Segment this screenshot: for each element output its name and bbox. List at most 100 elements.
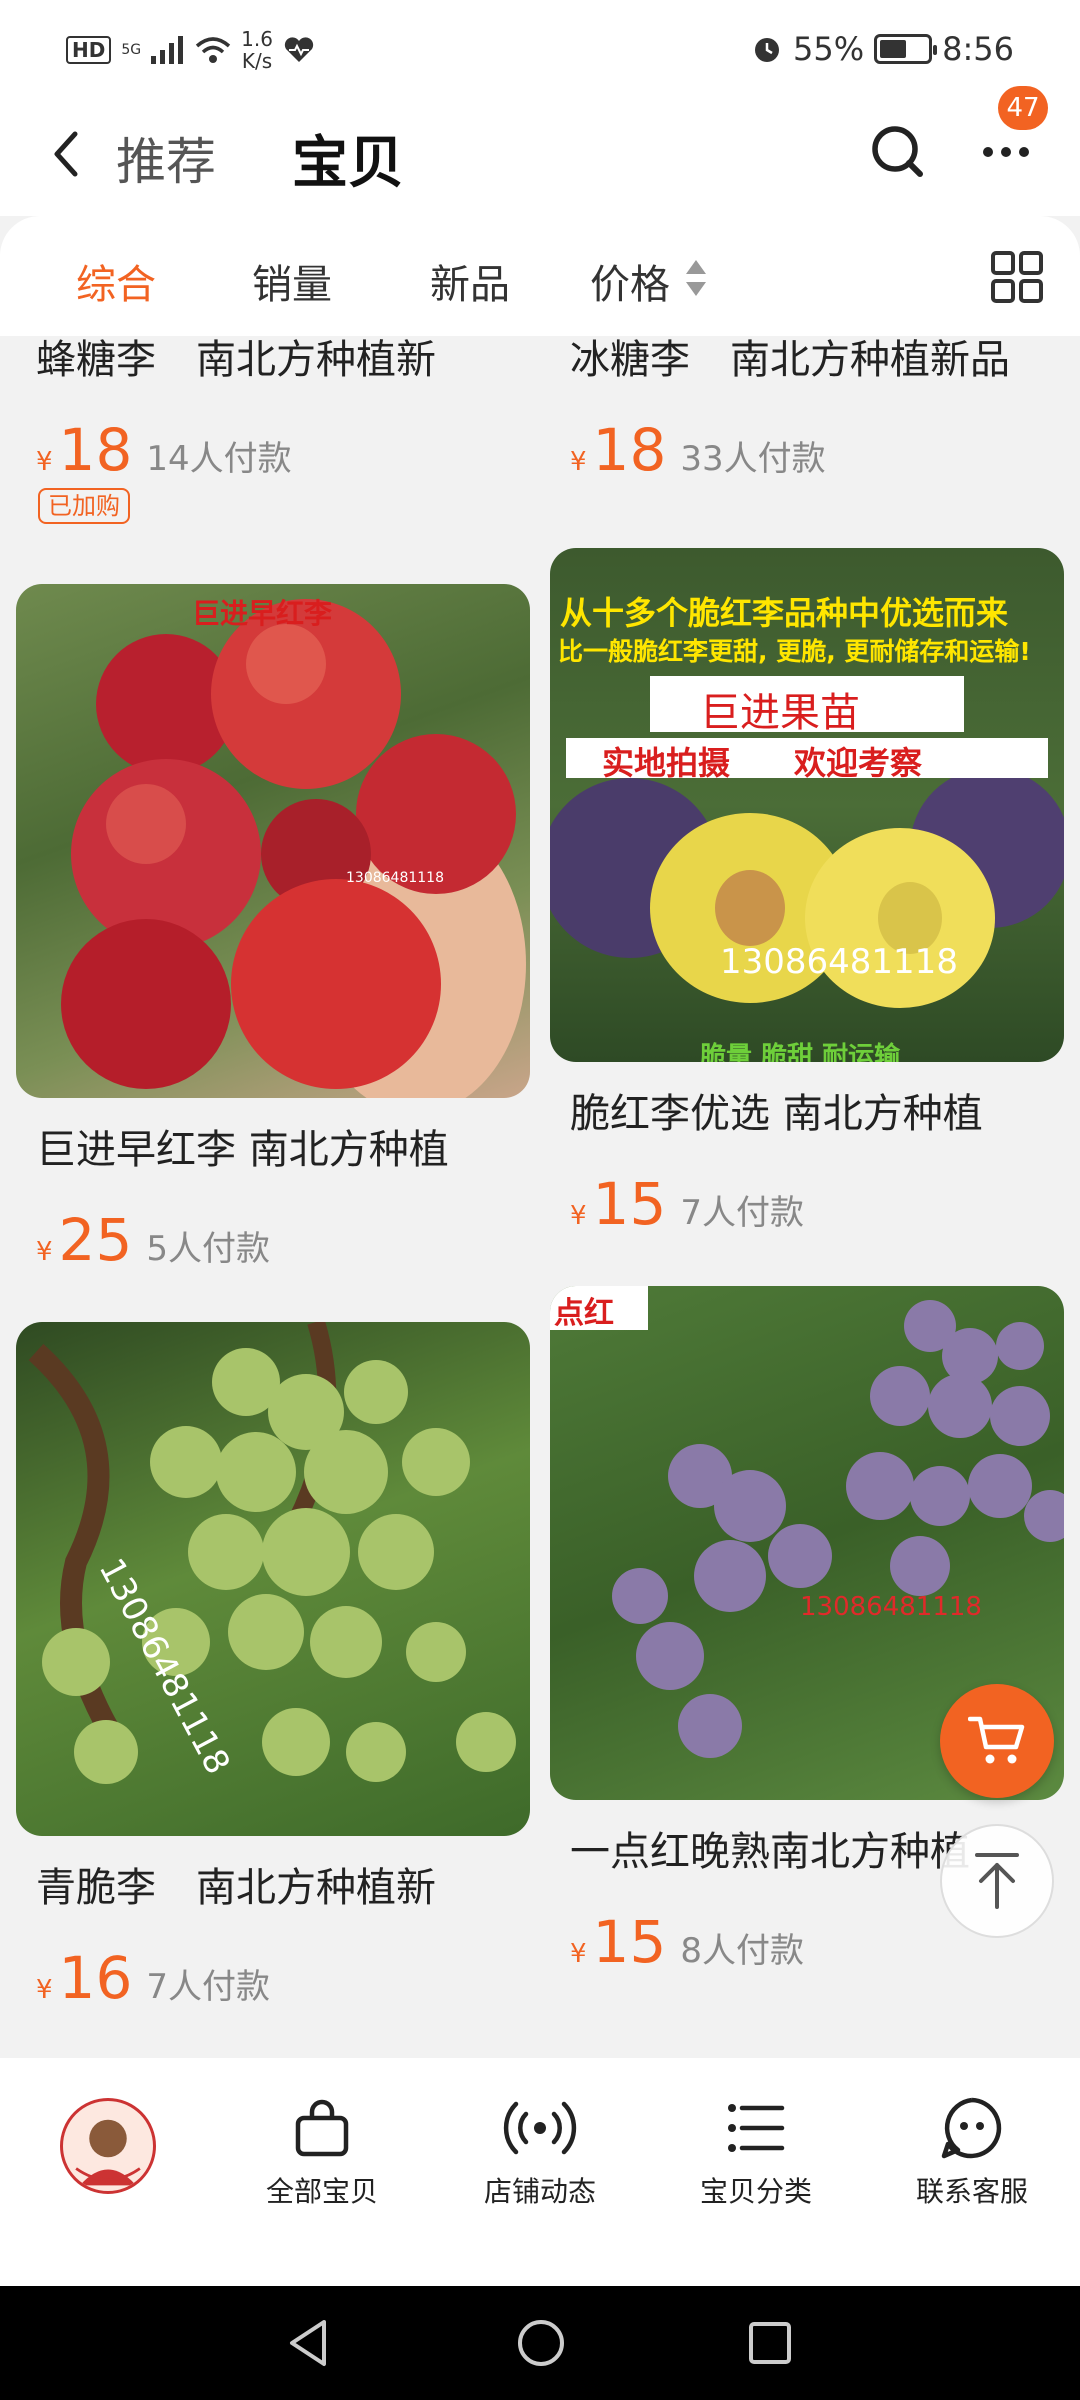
product-sales: 5人付款 xyxy=(146,1229,270,1269)
cart-button[interactable] xyxy=(940,1684,1054,1798)
grid-view-icon[interactable] xyxy=(990,250,1044,304)
message-badge: 47 xyxy=(998,86,1048,130)
filter-price[interactable]: 价格 xyxy=(590,252,670,310)
product-price: 18 xyxy=(58,416,133,484)
product-image[interactable]: 巨进早红李 13086481118 xyxy=(16,584,530,1098)
arrow-up-icon xyxy=(975,1853,1019,1909)
nav-categories[interactable]: 宝贝分类 xyxy=(656,2096,856,2210)
nav-all-items[interactable]: 全部宝贝 xyxy=(222,2096,422,2210)
product-price: 18 xyxy=(592,416,667,484)
image-brand-box: 巨进果苗 xyxy=(700,690,860,736)
back-to-top-button[interactable] xyxy=(940,1824,1054,1938)
product-price-row: ¥ 18 14人付款 xyxy=(16,416,530,484)
shopping-bag-icon xyxy=(295,2099,349,2157)
image-label: 点红 xyxy=(554,1296,614,1331)
product-sales: 7人付款 xyxy=(146,1967,270,2007)
product-card[interactable]: 蜂糖李 南北方种植新 ¥ 18 14人付款 已加购 xyxy=(16,336,530,524)
shop-avatar-illustration xyxy=(75,2119,141,2186)
image-strip: 实地拍摄 欢迎考察 xyxy=(602,744,923,782)
more-button[interactable] xyxy=(976,122,1036,182)
battery-icon xyxy=(874,34,938,64)
shop-logo[interactable] xyxy=(60,2098,156,2194)
broadcast-icon xyxy=(503,2101,577,2155)
more-dot xyxy=(1001,147,1011,157)
status-left: HD 5G 1.6 K/s xyxy=(66,28,315,72)
chevron-left-icon xyxy=(54,131,78,177)
product-image[interactable]: 13086481118 xyxy=(16,1322,530,1836)
product-card[interactable]: 冰糖李 南北方种植新品 ¥ 18 33人付款 xyxy=(550,336,1064,484)
status-right: 55% 8:56 xyxy=(751,30,1014,68)
filter-bar: 综合 销量 新品 价格 xyxy=(0,216,1080,336)
clock: 8:56 xyxy=(942,30,1014,68)
header: 推荐 宝贝 xyxy=(0,100,1080,216)
bottom-nav: 全部宝贝 店铺动态 宝贝分类 联系客服 xyxy=(0,2058,1080,2286)
more-dot xyxy=(983,147,993,157)
network-type: 5G xyxy=(121,42,142,58)
system-recents-icon[interactable] xyxy=(748,2321,792,2365)
product-sales: 33人付款 xyxy=(680,439,826,479)
product-title: 蜂糖李 南北方种植新 xyxy=(36,337,436,383)
tab-items[interactable]: 宝贝 xyxy=(292,118,404,199)
product-sales: 7人付款 xyxy=(680,1193,804,1233)
speed-unit: K/s xyxy=(241,49,273,73)
image-label: 巨进早红李 xyxy=(192,597,333,630)
list-icon xyxy=(728,2104,785,2152)
product-card[interactable]: 13086481118 青脆李 南北方种植新 ¥ 16 7人付款 xyxy=(16,1322,530,2012)
search-button[interactable] xyxy=(868,122,928,182)
wifi-icon xyxy=(195,37,231,63)
product-title: 青脆李 南北方种植新 xyxy=(36,1865,436,1911)
image-phone: 13086481118 xyxy=(800,1592,982,1622)
currency-symbol: ¥ xyxy=(36,447,53,477)
image-phone: 13086481118 xyxy=(346,870,444,886)
image-headline: 从十多个脆红李品种中优选而来 xyxy=(560,594,1009,632)
product-title: 冰糖李 南北方种植新品 xyxy=(570,337,1010,383)
product-sales: 8人付款 xyxy=(680,1931,804,1971)
product-price-row: ¥ 16 7人付款 xyxy=(16,1944,530,2012)
system-back-icon[interactable] xyxy=(286,2318,330,2368)
currency-symbol: ¥ xyxy=(570,1939,587,1969)
currency-symbol: ¥ xyxy=(570,1201,587,1231)
product-price: 15 xyxy=(592,1908,667,1976)
image-phone: 13086481118 xyxy=(720,942,958,982)
nav-label: 店铺动态 xyxy=(483,2175,596,2208)
nav-label: 宝贝分类 xyxy=(699,2175,812,2208)
network-speed: 1.6 K/s xyxy=(241,28,273,72)
filter-comprehensive[interactable]: 综合 xyxy=(76,252,156,310)
currency-symbol: ¥ xyxy=(36,1975,53,2005)
battery-percent: 55% xyxy=(793,30,865,68)
speed-value: 1.6 xyxy=(241,27,273,51)
product-card[interactable]: 从十多个脆红李品种中优选而来 比一般脆红李更甜, 更脆, 更耐储存和运输! 巨进… xyxy=(550,548,1064,1238)
system-nav-bar xyxy=(0,2286,1080,2400)
status-bar: HD 5G 1.6 K/s 55% 8:56 xyxy=(0,0,1080,100)
search-icon xyxy=(872,126,923,177)
system-home-icon[interactable] xyxy=(516,2318,566,2368)
product-price: 15 xyxy=(592,1170,667,1238)
product-image[interactable]: 从十多个脆红李品种中优选而来 比一般脆红李更甜, 更脆, 更耐储存和运输! 巨进… xyxy=(550,548,1064,1062)
image-bottom-text: 脆量 脆甜 耐运输 xyxy=(700,1042,901,1062)
green-plums-illustration xyxy=(28,1322,516,1784)
heart-rate-icon xyxy=(284,37,314,62)
product-title: 脆红李优选 南北方种植 xyxy=(570,1091,983,1137)
product-card[interactable]: 巨进早红李 13086481118 巨进早红李 南北方种植 ¥ 25 5人付款 xyxy=(16,584,530,1274)
filter-new[interactable]: 新品 xyxy=(430,252,510,310)
signal-icon xyxy=(151,36,184,64)
tab-recommend[interactable]: 推荐 xyxy=(116,122,216,194)
product-grid: 蜂糖李 南北方种植新 ¥ 18 14人付款 已加购 冰糖李 南北方种植新品 ¥ … xyxy=(0,336,1080,2058)
more-dot xyxy=(1019,147,1029,157)
product-price-row: ¥ 18 33人付款 xyxy=(550,416,1064,484)
nav-contact[interactable]: 联系客服 xyxy=(872,2096,1072,2210)
currency-symbol: ¥ xyxy=(570,447,587,477)
hd-indicator: HD xyxy=(66,36,112,64)
currency-symbol: ¥ xyxy=(36,1237,53,1267)
product-price-row: ¥ 15 7人付款 xyxy=(550,1170,1064,1238)
filter-sales[interactable]: 销量 xyxy=(252,252,332,310)
back-button[interactable] xyxy=(36,124,96,184)
product-sales: 14人付款 xyxy=(146,439,292,479)
nav-shop-updates[interactable]: 店铺动态 xyxy=(440,2096,640,2210)
alarm-icon xyxy=(755,38,780,62)
sort-arrows-icon xyxy=(686,260,706,296)
nav-label: 全部宝贝 xyxy=(265,2175,378,2208)
chat-face-icon xyxy=(941,2097,1002,2159)
product-title: 巨进早红李 南北方种植 xyxy=(36,1127,449,1173)
nav-label: 联系客服 xyxy=(915,2175,1028,2208)
